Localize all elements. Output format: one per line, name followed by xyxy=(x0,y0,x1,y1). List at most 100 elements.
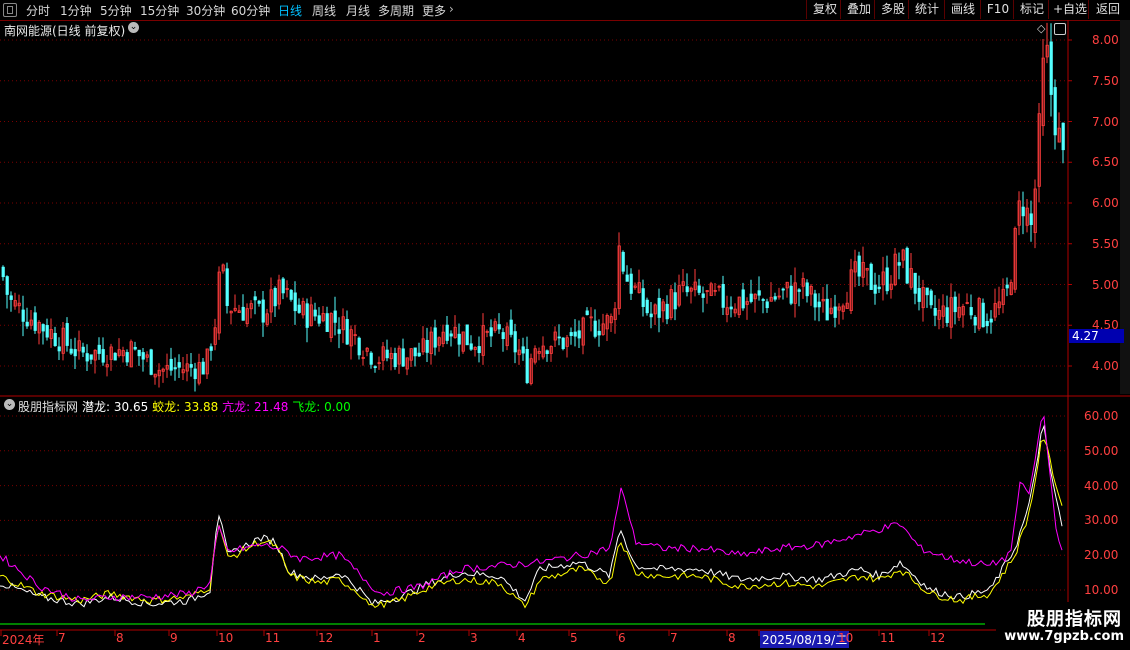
qianlong-value: 30.65 xyxy=(113,400,149,414)
time-axis-label: 1 xyxy=(373,631,381,645)
candle-body xyxy=(897,262,901,266)
indicator-values: 潜龙: 30.65 蛟龙: 33.88 亢龙: 21.48 飞龙: 0.00 xyxy=(82,398,351,415)
candle-body xyxy=(981,302,985,328)
candle-body xyxy=(241,306,245,321)
candle-body xyxy=(101,349,105,363)
candle-body xyxy=(281,278,285,294)
candle-body xyxy=(665,303,669,320)
candle-body xyxy=(357,337,361,356)
candle-body xyxy=(781,288,785,291)
candle-body xyxy=(305,303,309,328)
price-tick-label: 4.00 xyxy=(1092,359,1119,373)
candle-body xyxy=(989,318,993,323)
candle-body xyxy=(189,364,193,368)
candle-body xyxy=(797,289,801,292)
time-axis-label: 9 xyxy=(170,631,178,645)
time-axis-label: 7 xyxy=(670,631,678,645)
time-axis-label: 6 xyxy=(618,631,626,645)
candle-body xyxy=(401,348,405,367)
candle-body xyxy=(905,247,909,284)
candle-body xyxy=(425,339,429,353)
candle-body xyxy=(1029,213,1033,225)
candle-body xyxy=(137,349,141,357)
candle-body xyxy=(985,321,989,327)
time-axis-label: 3 xyxy=(470,631,478,645)
chevron-down-icon[interactable]: ⌄ xyxy=(128,22,139,33)
candle-body xyxy=(169,358,173,371)
candle-body xyxy=(757,290,761,296)
indicator-tick-label: 60.00 xyxy=(1084,409,1119,423)
candle-body xyxy=(585,310,589,316)
candle-body xyxy=(21,309,25,322)
time-axis-label: 10 xyxy=(218,631,234,645)
candle-body xyxy=(25,321,29,327)
candle-body xyxy=(513,331,517,353)
candle-body xyxy=(729,306,733,310)
indicator-menu-icon[interactable]: ⌄ xyxy=(4,399,15,410)
candle-body xyxy=(521,346,525,354)
candle-body xyxy=(257,300,261,304)
indicator-tick-label: 40.00 xyxy=(1084,478,1119,493)
candle-body xyxy=(465,324,469,346)
jiaolong-label: 蛟龙: xyxy=(152,400,181,414)
candle-body xyxy=(929,290,933,306)
candle-body xyxy=(761,299,765,301)
time-axis-label: 8 xyxy=(728,631,736,645)
indicator-line-潜龙 xyxy=(0,424,1063,608)
candle-body xyxy=(449,333,453,337)
candle-body xyxy=(817,301,821,308)
candle-body xyxy=(65,323,69,346)
candle-body xyxy=(89,354,93,360)
indicator-name: 股朋指标网 xyxy=(18,400,79,414)
candle-body xyxy=(433,327,437,348)
feilong-value: 0.00 xyxy=(324,400,351,414)
time-axis-label: 10 xyxy=(838,631,854,645)
candle-body xyxy=(177,362,181,368)
candle-body xyxy=(805,282,809,297)
candle-body xyxy=(561,337,565,350)
candle-body xyxy=(385,349,389,359)
candle-body xyxy=(57,346,61,352)
candle-body xyxy=(497,324,501,330)
candle-body xyxy=(593,320,597,337)
candle-body xyxy=(73,349,77,357)
candle-body xyxy=(209,346,213,351)
candle-body xyxy=(41,324,45,332)
diamond-icon[interactable]: ◇ xyxy=(1037,22,1045,35)
candle-body xyxy=(325,313,329,332)
candle-body xyxy=(1053,87,1057,136)
candle-body xyxy=(273,288,277,307)
candle-body xyxy=(973,316,977,326)
candle-body xyxy=(625,274,629,282)
candle-body xyxy=(789,285,793,304)
chart-canvas[interactable] xyxy=(0,0,1130,650)
candle-body xyxy=(337,329,341,334)
candle-body xyxy=(53,332,57,347)
price-tick-label: 6.00 xyxy=(1092,196,1119,210)
price-tick-label: 6.50 xyxy=(1092,155,1119,170)
candle-body xyxy=(345,319,349,345)
candle-body xyxy=(125,352,129,363)
candle-body xyxy=(525,348,529,384)
candle-body xyxy=(289,289,293,300)
candle-body xyxy=(869,263,873,290)
candle-body xyxy=(629,273,633,294)
time-axis-label: 7 xyxy=(58,631,66,645)
indicator-tick-label: 30.00 xyxy=(1084,513,1119,528)
candle-body xyxy=(953,296,957,313)
candle-body xyxy=(5,276,9,295)
time-axis-label: 8 xyxy=(116,631,124,645)
candle-body xyxy=(457,333,461,345)
candle-body xyxy=(445,324,449,341)
candle-body xyxy=(201,361,205,375)
candle-body xyxy=(885,267,889,292)
kanglong-value: 21.48 xyxy=(254,400,289,414)
candle-body xyxy=(193,368,197,380)
candle-body xyxy=(149,349,153,375)
window-icon[interactable] xyxy=(1054,23,1066,35)
candle-body xyxy=(685,286,689,293)
indicator-line-亢龙 xyxy=(0,415,1063,602)
candle-body xyxy=(721,284,725,308)
candle-body xyxy=(833,306,837,318)
candle-body xyxy=(313,309,317,317)
